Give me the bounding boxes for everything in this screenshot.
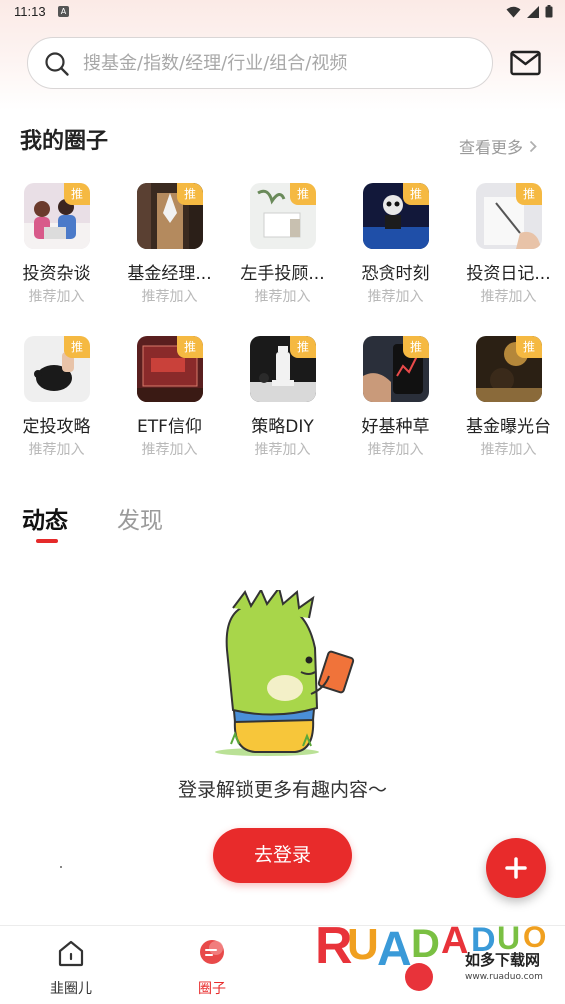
circle-item-strategy-diy[interactable]: 推 策略DIY 推荐加入	[226, 336, 339, 466]
tab-active-indicator	[36, 539, 58, 543]
my-circles-title: 我的圈子	[20, 129, 109, 154]
home-icon	[58, 940, 84, 967]
circle-item-dca-guide[interactable]: 推 定投攻略 推荐加入	[0, 336, 113, 466]
circle-thumbnail: 推	[363, 183, 429, 249]
nav-label-circles: 圈子	[198, 981, 226, 997]
circle-status: 推荐加入	[367, 289, 424, 305]
search-icon	[45, 52, 69, 76]
plus-icon	[505, 857, 527, 879]
login-button[interactable]: 去登录	[213, 828, 352, 883]
signal-icon	[527, 5, 539, 18]
circle-thumbnail: 推	[24, 336, 90, 402]
recommend-badge: 推	[516, 183, 542, 205]
circle-item-fund-exposure[interactable]: 推 基金曝光台 推荐加入	[452, 336, 565, 466]
circle-name: 左手投顾...	[240, 264, 325, 284]
divider-dot	[60, 866, 62, 868]
circle-status: 推荐加入	[141, 289, 198, 305]
wifi-icon	[506, 6, 521, 17]
recommend-badge: 推	[290, 183, 316, 205]
notification-icon: A	[58, 6, 69, 17]
circle-name: 基金经理...	[127, 264, 212, 284]
circle-name: 恐贪时刻	[361, 264, 430, 284]
circle-item-invest-talk[interactable]: 推 投资杂谈 推荐加入	[0, 183, 113, 313]
recommend-badge: 推	[64, 183, 90, 205]
search-input[interactable]	[83, 48, 478, 78]
status-bar: 11:13 A	[0, 0, 565, 24]
watermark-logo: R U A D A D U O 如多下载网 www.ruaduo.com	[315, 917, 546, 991]
circle-thumbnail: 推	[363, 336, 429, 402]
circle-thumbnail: 推	[476, 183, 542, 249]
svg-text:D: D	[411, 922, 440, 966]
svg-text:U: U	[347, 920, 379, 969]
circle-status: 推荐加入	[480, 289, 537, 305]
circle-item-fear-greed[interactable]: 推 恐贪时刻 推荐加入	[339, 183, 452, 313]
tab-discover[interactable]: 发现	[117, 501, 163, 535]
circle-name: 基金曝光台	[466, 417, 551, 437]
circle-thumbnail: 推	[476, 336, 542, 402]
circle-item-good-fund-picks[interactable]: 推 好基种草 推荐加入	[339, 336, 452, 466]
svg-text:如多下载网: 如多下载网	[465, 951, 540, 969]
circle-status: 推荐加入	[480, 442, 537, 458]
circle-status: 推荐加入	[28, 442, 85, 458]
mascot-illustration	[215, 590, 355, 756]
circle-thumbnail: 推	[250, 183, 316, 249]
circle-status: 推荐加入	[367, 442, 424, 458]
recommend-badge: 推	[403, 183, 429, 205]
status-icons	[506, 5, 553, 18]
battery-icon	[545, 5, 553, 18]
recommend-badge: 推	[516, 336, 542, 358]
recommend-badge: 推	[177, 336, 203, 358]
circle-item-etf-faith[interactable]: 推 ETF信仰 推荐加入	[113, 336, 226, 466]
status-time: 11:13	[14, 4, 46, 19]
empty-state-text: 登录解锁更多有趣内容～	[177, 779, 387, 801]
mail-icon[interactable]	[510, 50, 541, 76]
nav-item-circles[interactable]: 圈子	[162, 926, 262, 1004]
search-bar[interactable]	[27, 37, 493, 89]
see-more-link[interactable]: 查看更多	[459, 134, 537, 158]
add-post-button[interactable]	[486, 838, 546, 898]
recommend-badge: 推	[403, 336, 429, 358]
circle-status: 推荐加入	[254, 442, 311, 458]
svg-text:O: O	[523, 921, 546, 954]
circle-thumbnail: 推	[250, 336, 316, 402]
svg-text:www.ruaduo.com: www.ruaduo.com	[465, 972, 543, 982]
circle-name: 定投攻略	[22, 417, 91, 437]
circle-thumbnail: 推	[24, 183, 90, 249]
circle-name: ETF信仰	[137, 417, 202, 437]
nav-label-home: 韭圈儿	[50, 981, 92, 997]
circle-status: 推荐加入	[28, 289, 85, 305]
recommend-badge: 推	[177, 183, 203, 205]
tab-feed[interactable]: 动态	[22, 501, 68, 535]
circle-thumbnail: 推	[137, 336, 203, 402]
circle-name: 投资杂谈	[22, 264, 91, 284]
svg-text:A: A	[377, 923, 412, 976]
see-more-label: 查看更多	[459, 138, 524, 157]
recommend-badge: 推	[64, 336, 90, 358]
circle-status: 推荐加入	[254, 289, 311, 305]
chevron-right-icon	[529, 140, 537, 152]
circle-item-left-hand-advisor[interactable]: 推 左手投顾... 推荐加入	[226, 183, 339, 313]
recommend-badge: 推	[290, 336, 316, 358]
circle-name: 投资日记...	[466, 264, 551, 284]
circle-item-fund-manager[interactable]: 推 基金经理... 推荐加入	[113, 183, 226, 313]
circle-thumbnail: 推	[137, 183, 203, 249]
circle-name: 好基种草	[361, 417, 430, 437]
circle-item-invest-diary[interactable]: 推 投资日记... 推荐加入	[452, 183, 565, 313]
nav-item-home[interactable]: 韭圈儿	[21, 926, 121, 1004]
circle-status: 推荐加入	[141, 442, 198, 458]
circles-icon	[200, 940, 224, 964]
circle-name: 策略DIY	[251, 417, 314, 437]
